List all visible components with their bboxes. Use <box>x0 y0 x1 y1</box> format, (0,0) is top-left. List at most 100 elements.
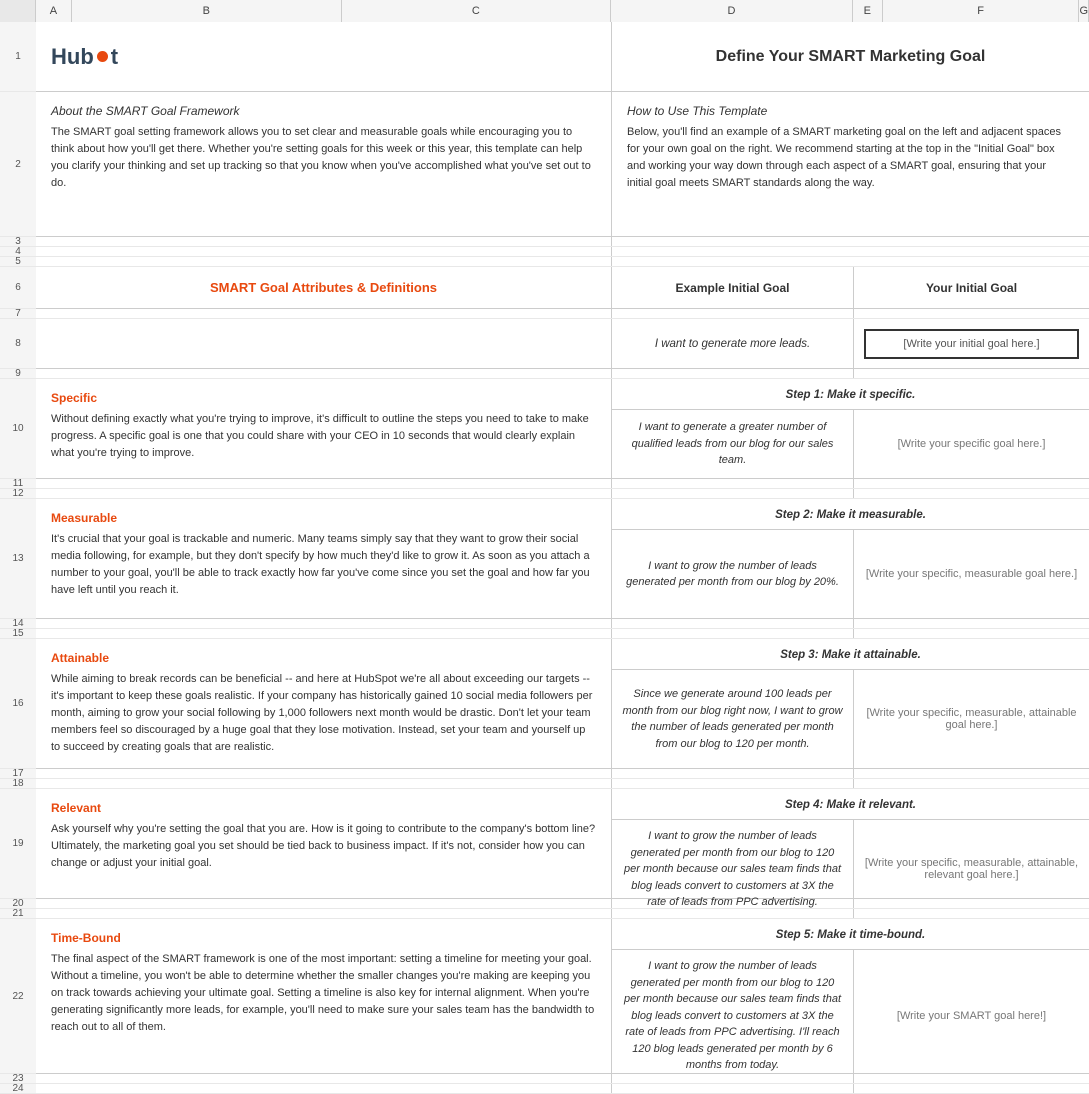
row-numbers: 1 2 3 4 5 6 7 8 9 10 11 12 13 1 <box>0 22 36 1094</box>
step1-your-placeholder[interactable]: [Write your specific goal here.] <box>898 438 1046 450</box>
step4-description: Ask yourself why you're setting the goal… <box>51 821 596 872</box>
row-num-22: 22 <box>0 919 36 1074</box>
step2-description: It's crucial that your goal is trackable… <box>51 531 596 599</box>
step2-left: Measurable It's crucial that your goal i… <box>36 499 612 618</box>
row-num-6: 6 <box>0 267 36 309</box>
row-17-spacer <box>36 769 1089 779</box>
step3-left: Attainable While aiming to break records… <box>36 639 612 768</box>
your-initial-cell: [Write your initial goal here.] <box>854 319 1089 368</box>
step4-left: Relevant Ask yourself why you're setting… <box>36 789 612 898</box>
row-24-spacer <box>36 1084 1089 1094</box>
step3-your-placeholder[interactable]: [Write your specific, measurable, attain… <box>864 707 1079 731</box>
smart-attributes-title-cell: SMART Goal Attributes & Definitions <box>36 267 612 308</box>
step3-description: While aiming to break records can be ben… <box>51 671 596 756</box>
row-num-18: 18 <box>0 779 36 789</box>
step3-title-cell: Step 3: Make it attainable. <box>612 639 1089 670</box>
row-num-8: 8 <box>0 319 36 369</box>
sheet-content: Hub t Define Your SMART Marketing Goal A… <box>36 22 1089 1094</box>
step1-right: Step 1: Make it specific. I want to gene… <box>612 379 1089 478</box>
row-num-21: 21 <box>0 909 36 919</box>
step5-description: The final aspect of the SMART framework … <box>51 951 596 1036</box>
step2-example: I want to grow the number of leads gener… <box>612 530 854 618</box>
logo-cell: Hub t <box>36 22 612 91</box>
step1-content-row: I want to generate a greater number of q… <box>612 410 1089 478</box>
step3-title: Step 3: Make it attainable. <box>780 649 921 661</box>
row-num-7: 7 <box>0 309 36 319</box>
title-cell: Define Your SMART Marketing Goal <box>612 22 1089 91</box>
step3-right: Step 3: Make it attainable. Since we gen… <box>612 639 1089 768</box>
row-1: Hub t Define Your SMART Marketing Goal <box>36 22 1089 92</box>
step1-attribute-label: Specific <box>51 391 596 405</box>
row-11-spacer <box>36 479 1089 489</box>
row-8-initial-goals: I want to generate more leads. [Write yo… <box>36 319 1089 369</box>
step3-example-text: Since we generate around 100 leads per m… <box>622 686 843 752</box>
row-10-step1: Specific Without defining exactly what y… <box>36 379 1089 479</box>
howto-body: Below, you'll find an example of a SMART… <box>627 124 1074 192</box>
row-13-step2: Measurable It's crucial that your goal i… <box>36 499 1089 619</box>
row-9-spacer <box>36 369 1089 379</box>
step1-left: Specific Without defining exactly what y… <box>36 379 612 478</box>
step5-example-text: I want to grow the number of leads gener… <box>622 958 843 1074</box>
step1-your: [Write your specific goal here.] <box>854 410 1089 478</box>
row-num-12: 12 <box>0 489 36 499</box>
howto-heading: How to Use This Template <box>627 104 1074 118</box>
row-num-19: 19 <box>0 789 36 899</box>
step3-content-row: Since we generate around 100 leads per m… <box>612 670 1089 768</box>
spreadsheet: A B C D E F G 1 2 3 4 5 6 7 8 9 <box>0 0 1089 1094</box>
step5-example: I want to grow the number of leads gener… <box>612 950 854 1082</box>
row-5-spacer <box>36 257 1089 267</box>
step4-right: Step 4: Make it relevant. I want to grow… <box>612 789 1089 898</box>
step5-left: Time-Bound The final aspect of the SMART… <box>36 919 612 1073</box>
step1-title-cell: Step 1: Make it specific. <box>612 379 1089 410</box>
your-initial-input[interactable]: [Write your initial goal here.] <box>864 329 1079 359</box>
step5-right: Step 5: Make it time-bound. I want to gr… <box>612 919 1089 1073</box>
step5-attribute-label: Time-Bound <box>51 931 596 945</box>
step5-your-placeholder[interactable]: [Write your SMART goal here!] <box>897 1010 1046 1022</box>
row-4-spacer <box>36 247 1089 257</box>
row-23-spacer <box>36 1074 1089 1084</box>
col-header-g: G <box>1079 0 1089 22</box>
step3-your: [Write your specific, measurable, attain… <box>854 670 1089 768</box>
example-initial-cell: I want to generate more leads. <box>612 319 854 368</box>
col-header-f: F <box>883 0 1080 22</box>
howto-cell: How to Use This Template Below, you'll f… <box>612 92 1089 236</box>
row-num-1: 1 <box>0 22 36 92</box>
page-title: Define Your SMART Marketing Goal <box>716 48 986 66</box>
row-7-spacer <box>36 309 1089 319</box>
row-20-spacer <box>36 899 1089 909</box>
your-header-cell: Your Initial Goal <box>854 267 1089 308</box>
col-header-d: D <box>611 0 853 22</box>
step2-example-text: I want to grow the number of leads gener… <box>622 558 843 591</box>
row-num-10: 10 <box>0 379 36 479</box>
example-header-cell: Example Initial Goal <box>612 267 854 308</box>
step1-example: I want to generate a greater number of q… <box>612 410 854 478</box>
step4-your-placeholder[interactable]: [Write your specific, measurable, attain… <box>864 857 1079 881</box>
step1-description: Without defining exactly what you're try… <box>51 411 596 462</box>
row-num-15: 15 <box>0 629 36 639</box>
about-body: The SMART goal setting framework allows … <box>51 124 596 192</box>
row-num-13: 13 <box>0 499 36 619</box>
col-header-a: A <box>36 0 72 22</box>
step2-title: Step 2: Make it measurable. <box>775 509 926 521</box>
row-num-24: 24 <box>0 1084 36 1094</box>
step2-content-row: I want to grow the number of leads gener… <box>612 530 1089 618</box>
row-22-step5: Time-Bound The final aspect of the SMART… <box>36 919 1089 1074</box>
step2-your-placeholder[interactable]: [Write your specific, measurable goal he… <box>866 568 1077 580</box>
step1-example-text: I want to generate a greater number of q… <box>622 419 843 469</box>
step3-attribute-label: Attainable <box>51 651 596 665</box>
hubspot-logo: Hub t <box>51 44 118 70</box>
about-heading: About the SMART Goal Framework <box>51 104 596 118</box>
sheet-body: 1 2 3 4 5 6 7 8 9 10 11 12 13 1 <box>0 22 1089 1094</box>
corner-cell <box>0 0 36 22</box>
row-19-step4: Relevant Ask yourself why you're setting… <box>36 789 1089 899</box>
step5-your: [Write your SMART goal here!] <box>854 950 1089 1082</box>
row-15-spacer <box>36 629 1089 639</box>
step2-title-cell: Step 2: Make it measurable. <box>612 499 1089 530</box>
row-12-spacer <box>36 489 1089 499</box>
step2-your: [Write your specific, measurable goal he… <box>854 530 1089 618</box>
step5-title: Step 5: Make it time-bound. <box>776 929 926 941</box>
your-header: Your Initial Goal <box>926 281 1017 295</box>
row-2: About the SMART Goal Framework The SMART… <box>36 92 1089 237</box>
logo-text-spot: t <box>111 44 118 70</box>
about-cell: About the SMART Goal Framework The SMART… <box>36 92 612 236</box>
